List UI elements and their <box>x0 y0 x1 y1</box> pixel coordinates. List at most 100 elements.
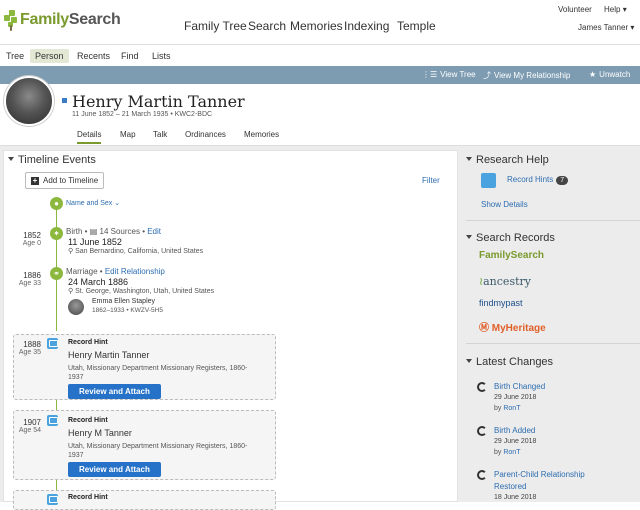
hint-person-name: Henry M Tanner <box>68 428 132 438</box>
birth-edit-link[interactable]: Edit <box>147 227 161 236</box>
research-help-header[interactable]: Research Help <box>466 154 640 166</box>
marriage-date: 24 March 1886 <box>68 277 129 287</box>
change-author: by RonT <box>494 449 521 456</box>
chevron-down-icon: ⌄ <box>114 200 121 207</box>
birth-age: Age 0 <box>22 240 41 247</box>
subnav-tree[interactable]: Tree <box>1 49 29 63</box>
nav-family-tree[interactable]: Family Tree <box>184 19 247 33</box>
birth-date: 11 June 1852 <box>68 237 122 247</box>
tab-details[interactable]: Details <box>77 130 102 144</box>
change-user-link[interactable]: RonT <box>503 405 520 412</box>
logo-text-search: Search <box>68 11 121 28</box>
subnav-lists[interactable]: Lists <box>147 49 176 63</box>
birth-sources[interactable]: 14 Sources <box>100 227 140 236</box>
myheritage-search-logo[interactable]: Ⓜ MyHeritage <box>479 319 546 334</box>
latest-changes-section: Latest Changes Birth Changed 29 June 201… <box>466 356 640 501</box>
nav-search[interactable]: Search <box>248 19 286 33</box>
search-records-header[interactable]: Search Records <box>466 232 640 244</box>
relationship-icon: ⤴ <box>483 71 491 80</box>
record-hint-icon <box>481 173 496 188</box>
name-and-sex-toggle[interactable]: Name and Sex ⌄ <box>66 199 120 207</box>
logo-text-family: Family <box>20 11 69 28</box>
sources-icon: ▤ <box>89 227 98 236</box>
marriage-place: ⚲ St. George, Washington, Utah, United S… <box>68 288 215 295</box>
tab-talk[interactable]: Talk <box>153 130 167 142</box>
add-to-timeline-button[interactable]: + Add to Timeline <box>25 172 105 189</box>
subnav-find[interactable]: Find <box>116 49 144 63</box>
change-history-icon <box>477 426 487 436</box>
person-header: Henry Martin Tanner 11 June 1852 – 21 Ma… <box>0 76 640 146</box>
collapse-triangle-icon <box>466 157 472 161</box>
help-link[interactable]: Help ▾ <box>604 5 627 14</box>
person-icon: ● <box>50 197 63 210</box>
spouse-avatar[interactable] <box>68 299 84 315</box>
findmypast-search-logo[interactable]: findmypast <box>479 298 523 308</box>
change-item-link[interactable]: Parent-Child Relationship Restored <box>494 469 585 493</box>
change-date: 29 June 2018 <box>494 394 537 401</box>
myheritage-icon: Ⓜ <box>479 323 489 334</box>
male-sex-icon <box>62 98 67 103</box>
latest-changes-header[interactable]: Latest Changes <box>466 356 640 368</box>
birth-place: ⚲ San Bernardino, California, United Sta… <box>68 248 204 255</box>
star-icon: ★ <box>589 70 597 79</box>
change-date: 29 June 2018 <box>494 438 537 445</box>
familysearch-search-logo[interactable]: FamilySearch <box>479 250 544 261</box>
view-relationship-button[interactable]: ⤴ View My Relationship <box>483 70 570 81</box>
nav-memories[interactable]: Memories <box>290 19 343 33</box>
collapse-triangle-icon <box>8 157 14 161</box>
tab-ordinances[interactable]: Ordinances <box>185 130 226 142</box>
chevron-down-icon: ▾ <box>622 5 627 14</box>
hint-title: Record Hint <box>68 417 108 424</box>
filter-link[interactable]: Filter <box>422 176 440 185</box>
ancestry-search-logo[interactable]: ≀ancestry <box>479 275 531 288</box>
hint-collection: Utah, Missionary Department Missionary R… <box>68 365 248 381</box>
tab-memories[interactable]: Memories <box>244 130 279 142</box>
timeline-card: Timeline Events + Add to Timeline Filter … <box>3 150 458 510</box>
tab-map[interactable]: Map <box>120 130 136 142</box>
location-pin-icon: ⚲ <box>68 288 74 295</box>
research-help-section: Research Help Record Hints 7 Show Details <box>466 154 640 209</box>
birth-year: 1852 <box>23 231 41 240</box>
hint-age: Age 54 <box>18 427 41 434</box>
nav-indexing[interactable]: Indexing <box>344 19 389 33</box>
hint-title: Record Hint <box>68 339 108 346</box>
plus-icon: + <box>31 175 39 185</box>
marriage-event-header: Marriage • Edit Relationship <box>66 267 165 276</box>
hint-title: Record Hint <box>68 494 108 501</box>
spouse-meta: 1862–1933 • KWZV-5H5 <box>92 307 163 314</box>
birth-icon: ✦ <box>50 227 63 240</box>
change-author: by RonT <box>494 405 521 412</box>
change-item-link[interactable]: Birth Changed <box>494 382 545 391</box>
marriage-icon: ⚭ <box>50 267 63 280</box>
birth-event-header: Birth • ▤ 14 Sources • Edit <box>66 227 162 236</box>
timeline-line <box>56 480 57 490</box>
user-menu[interactable]: James Tanner ▾ <box>578 23 634 32</box>
volunteer-link[interactable]: Volunteer <box>558 5 592 14</box>
subnav-person[interactable]: Person <box>30 49 69 63</box>
hint-age: Age 35 <box>18 349 41 356</box>
person-portrait[interactable] <box>4 76 54 126</box>
divider <box>466 343 640 344</box>
edit-relationship-link[interactable]: Edit Relationship <box>105 267 165 276</box>
change-user-link[interactable]: RonT <box>503 449 520 456</box>
familysearch-logo[interactable]: FamilySearch <box>4 10 121 31</box>
change-date: 18 June 2018 <box>494 494 537 501</box>
nav-temple[interactable]: Temple <box>397 19 436 33</box>
divider <box>466 220 640 221</box>
tree-view-icon: ⋮☰ <box>422 70 438 79</box>
collapse-triangle-icon <box>466 359 472 363</box>
location-pin-icon: ⚲ <box>68 248 74 255</box>
review-and-attach-button[interactable]: Review and Attach <box>68 384 161 399</box>
record-hint-icon <box>47 415 58 426</box>
spouse-name[interactable]: Emma Ellen Stapley <box>92 298 155 305</box>
view-tree-button[interactable]: ⋮☰ View Tree <box>422 70 476 79</box>
hint-year: 1888 <box>23 340 41 349</box>
timeline-header[interactable]: Timeline Events <box>8 154 96 166</box>
unwatch-button[interactable]: ★ Unwatch <box>589 70 630 79</box>
review-and-attach-button[interactable]: Review and Attach <box>68 462 161 477</box>
show-details-link[interactable]: Show Details <box>481 200 528 209</box>
person-name: Henry Martin Tanner <box>72 92 245 111</box>
change-item-link[interactable]: Birth Added <box>494 426 535 435</box>
record-hints-link[interactable]: Record Hints 7 <box>507 175 569 185</box>
subnav-recents[interactable]: Recents <box>72 49 115 63</box>
